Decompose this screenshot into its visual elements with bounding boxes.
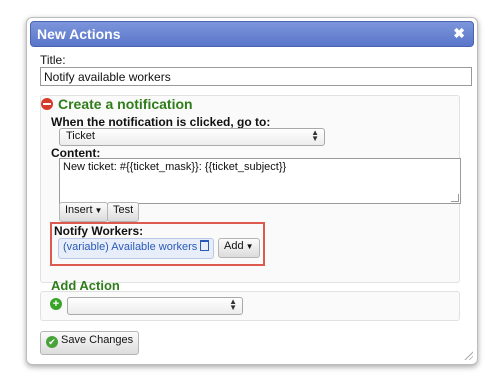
title-label: Title:: [40, 53, 66, 67]
add-worker-button[interactable]: Add ▼: [218, 238, 260, 258]
add-action-heading: Add Action: [51, 278, 120, 293]
notify-workers-label: Notify Workers:: [54, 224, 144, 238]
worker-chip-label: (variable) Available workers: [63, 241, 198, 253]
dialog-resize-grip-icon[interactable]: [463, 350, 473, 360]
add-label: Add: [224, 240, 244, 252]
add-action-select[interactable]: ▲ ▼: [67, 297, 243, 315]
content-text: New ticket: #{{ticket_mask}}: {{ticket_s…: [63, 161, 287, 173]
close-icon[interactable]: ✖: [453, 25, 465, 42]
check-icon: ✔: [46, 336, 58, 348]
new-actions-dialog: New Actions ✖ Title: Create a notificati…: [26, 17, 478, 365]
dialog-titlebar[interactable]: New Actions ✖: [30, 21, 474, 47]
select-arrows-icon: ▲ ▼: [311, 128, 319, 143]
trash-icon[interactable]: [200, 240, 210, 251]
test-label: Test: [113, 204, 134, 216]
save-changes-button[interactable]: ✔ Save Changes: [40, 331, 140, 355]
test-button[interactable]: Test: [107, 202, 140, 222]
notification-heading: Create a notification: [41, 96, 193, 112]
content-textarea[interactable]: New ticket: #{{ticket_mask}}: {{ticket_s…: [59, 158, 461, 204]
goto-select[interactable]: Ticket ▲ ▼: [59, 128, 325, 146]
remove-action-icon[interactable]: [41, 98, 53, 110]
caret-down-icon: ▼: [94, 206, 103, 215]
notification-heading-text: Create a notification: [58, 96, 193, 112]
goto-label: When the notification is clicked, go to:: [51, 115, 271, 129]
caret-down-icon: ▼: [245, 242, 254, 251]
worker-chip[interactable]: (variable) Available workers: [58, 238, 215, 259]
save-changes-label: Save Changes: [61, 334, 134, 346]
add-action-plus-icon[interactable]: +: [50, 298, 62, 310]
title-input[interactable]: [40, 67, 472, 86]
select-arrows-icon: ▲ ▼: [229, 297, 237, 312]
insert-label: Insert: [65, 204, 93, 216]
resize-grip-icon[interactable]: [451, 194, 459, 202]
insert-button[interactable]: Insert ▼: [59, 202, 109, 222]
dialog-title: New Actions: [37, 26, 121, 42]
goto-select-value: Ticket: [66, 130, 95, 142]
